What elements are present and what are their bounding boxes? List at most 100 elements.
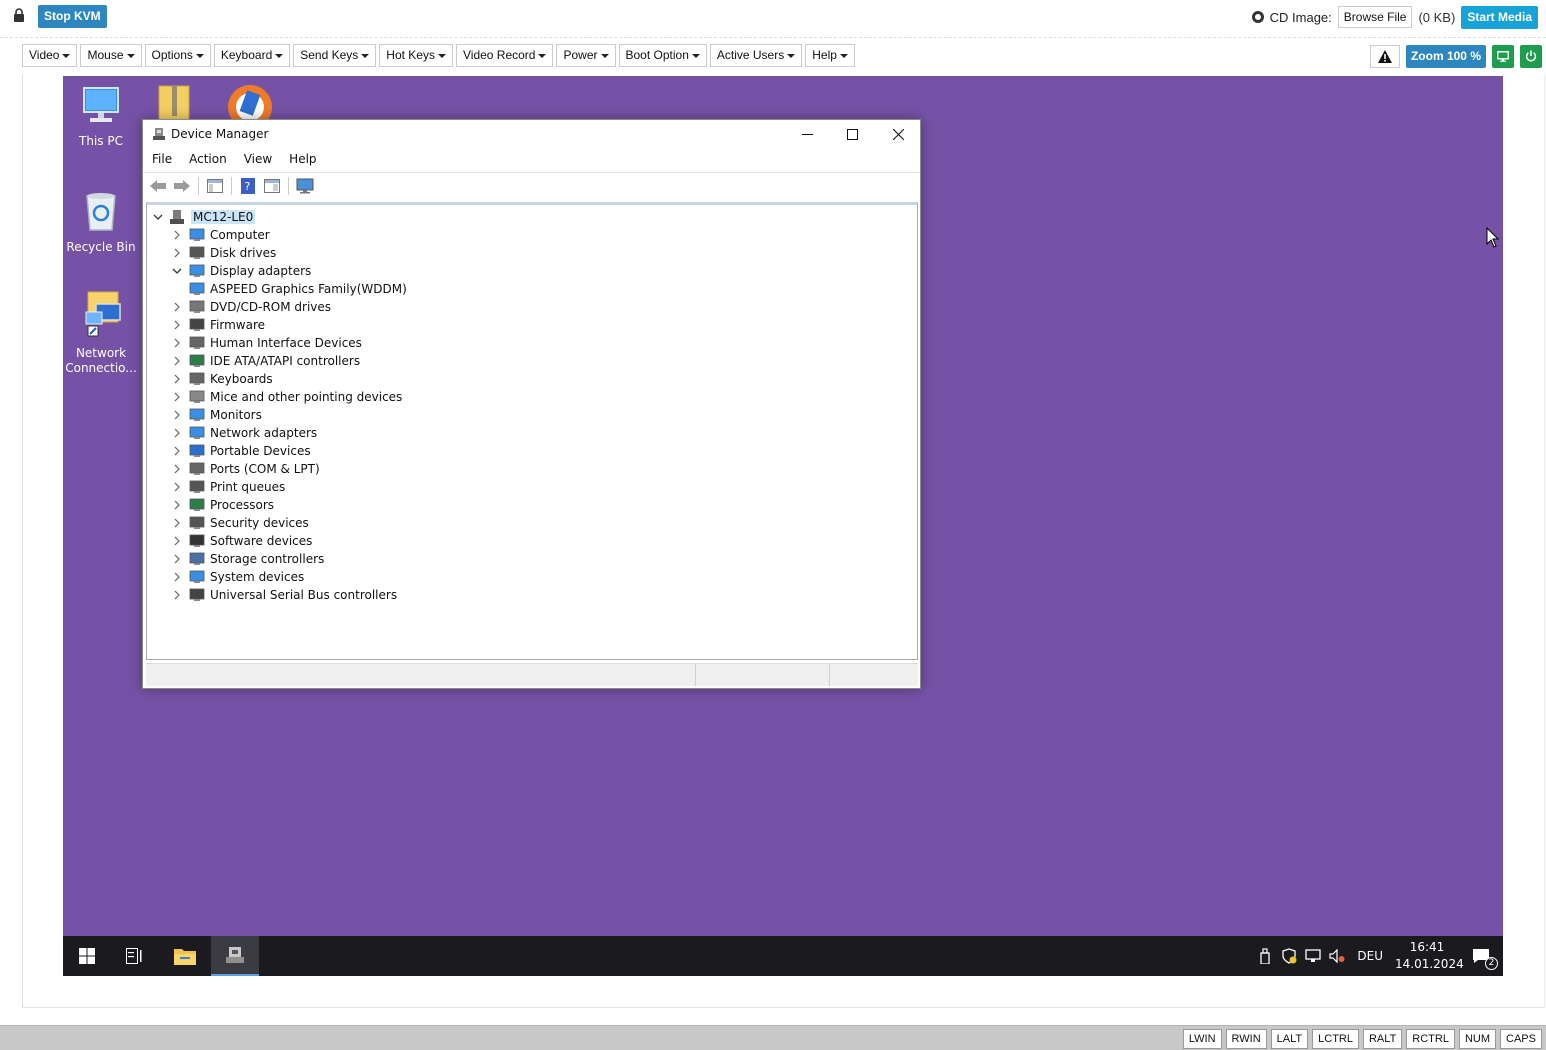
tree-category[interactable]: Monitors (170, 406, 262, 424)
key-lalt-button[interactable]: LALT (1270, 1029, 1309, 1049)
tree-category[interactable]: Disk drives (170, 244, 276, 262)
chevron-right-icon[interactable] (170, 244, 184, 262)
key-rctrl-button[interactable]: RCTRL (1406, 1029, 1455, 1049)
chevron-right-icon[interactable] (170, 388, 184, 406)
tree-category[interactable]: Ports (COM & LPT) (170, 460, 320, 478)
tree-category[interactable]: Print queues (170, 478, 285, 496)
tree-category[interactable]: Universal Serial Bus controllers (170, 586, 397, 604)
tree-category[interactable]: Human Interface Devices (170, 334, 362, 352)
tree-child-item[interactable]: ASPEED Graphics Family(WDDM) (189, 280, 407, 298)
usb-tray-button[interactable] (1253, 936, 1277, 976)
tree-category[interactable]: System devices (170, 568, 304, 586)
tree-category[interactable]: Processors (170, 496, 274, 514)
chevron-right-icon[interactable] (170, 424, 184, 442)
chevron-down-icon[interactable] (170, 262, 184, 280)
desktop-icon-network-connections[interactable]: Network Connectio... (63, 288, 139, 376)
menu-boot-option[interactable]: Boot Option (618, 44, 707, 67)
menu-video-record[interactable]: Video Record (455, 44, 554, 67)
close-button[interactable] (875, 120, 921, 149)
key-lctrl-button[interactable]: LCTRL (1312, 1029, 1359, 1049)
file-explorer-button[interactable] (161, 936, 209, 976)
menu-view[interactable]: View (235, 149, 280, 171)
tree-category[interactable]: Firmware (170, 316, 265, 334)
menu-send-keys[interactable]: Send Keys (293, 44, 377, 67)
network-tray-button[interactable] (1301, 936, 1325, 976)
chevron-right-icon[interactable] (170, 226, 184, 244)
zoom-button[interactable]: Zoom 100 % (1405, 44, 1486, 68)
menu-help[interactable]: Help (805, 44, 855, 67)
chevron-right-icon[interactable] (170, 442, 184, 460)
screen-button[interactable] (1492, 44, 1514, 68)
chevron-right-icon[interactable] (170, 298, 184, 316)
tree-category[interactable]: Network adapters (170, 424, 317, 442)
task-view-button[interactable] (111, 936, 159, 976)
tree-category[interactable]: Portable Devices (170, 442, 311, 460)
volume-tray-button[interactable] (1325, 936, 1349, 976)
device-tree[interactable]: MC12-LE0 Computer Disk drives Display adap… (146, 202, 918, 660)
chevron-right-icon[interactable] (170, 406, 184, 424)
key-caps-button[interactable]: CAPS (1500, 1029, 1542, 1049)
menu-keyboard[interactable]: Keyboard (213, 44, 291, 67)
chevron-right-icon[interactable] (170, 352, 184, 370)
chevron-right-icon[interactable] (170, 460, 184, 478)
key-ralt-button[interactable]: RALT (1362, 1029, 1403, 1049)
chevron-right-icon[interactable] (170, 370, 184, 388)
tree-category[interactable]: Display adapters (170, 262, 311, 280)
browse-file-button[interactable]: Browse File (1337, 6, 1413, 28)
app-shortcut-icon[interactable] (225, 82, 275, 120)
start-button[interactable] (63, 936, 111, 976)
maximize-button[interactable] (829, 120, 875, 149)
help-button[interactable]: ? (237, 176, 259, 196)
device-manager-taskbar-button[interactable] (211, 936, 259, 976)
security-tray-button[interactable] (1277, 936, 1301, 976)
menu-action[interactable]: Action (180, 149, 235, 171)
tree-category[interactable]: Mice and other pointing devices (170, 388, 402, 406)
menu-active-users[interactable]: Active Users (709, 44, 803, 67)
tree-root[interactable]: MC12-LE0 (151, 208, 256, 226)
scan-hardware-button[interactable] (294, 176, 316, 196)
tree-category[interactable]: Software devices (170, 532, 312, 550)
window-titlebar[interactable]: Device Manager (143, 120, 920, 149)
stop-kvm-button[interactable]: Stop KVM (38, 5, 107, 28)
menu-mouse[interactable]: Mouse (80, 44, 142, 67)
key-lwin-button[interactable]: LWIN (1182, 1029, 1222, 1049)
key-rwin-button[interactable]: RWIN (1225, 1029, 1267, 1049)
menu-help[interactable]: Help (280, 149, 324, 171)
tree-category[interactable]: Computer (170, 226, 270, 244)
chevron-down-icon[interactable] (151, 208, 165, 226)
properties-button[interactable] (261, 176, 283, 196)
language-indicator[interactable]: DEU (1349, 949, 1395, 963)
menu-file[interactable]: File (143, 149, 180, 171)
power-button[interactable] (1520, 44, 1542, 68)
chevron-right-icon[interactable] (170, 514, 184, 532)
chevron-right-icon[interactable] (170, 496, 184, 514)
desktop-icon-recycle-bin[interactable]: Recycle Bin (63, 188, 139, 255)
chevron-right-icon[interactable] (170, 316, 184, 334)
menu-power[interactable]: Power (556, 44, 616, 67)
chevron-right-icon[interactable] (170, 478, 184, 496)
warning-button[interactable] (1369, 44, 1400, 68)
forward-button[interactable] (171, 176, 193, 196)
clock[interactable]: 16:41 14.01.2024 (1395, 939, 1464, 973)
show-hide-console-tree-button[interactable] (204, 176, 226, 196)
chevron-right-icon[interactable] (170, 550, 184, 568)
tree-category[interactable]: Storage controllers (170, 550, 324, 568)
back-button[interactable] (147, 176, 169, 196)
minimize-button[interactable] (784, 120, 830, 149)
menu-hot-keys[interactable]: Hot Keys (379, 44, 453, 67)
chevron-right-icon[interactable] (170, 532, 184, 550)
menu-options[interactable]: Options (144, 44, 211, 67)
desktop-icon-this-pc[interactable]: This PC (63, 86, 139, 149)
chevron-right-icon[interactable] (170, 586, 184, 604)
chevron-right-icon[interactable] (170, 568, 184, 586)
tree-category[interactable]: DVD/CD-ROM drives (170, 298, 331, 316)
tree-category[interactable]: Security devices (170, 514, 309, 532)
tree-category[interactable]: Keyboards (170, 370, 273, 388)
key-num-button[interactable]: NUM (1458, 1029, 1497, 1049)
chevron-right-icon[interactable] (170, 334, 184, 352)
menu-video[interactable]: Video (22, 44, 78, 67)
start-media-button[interactable]: Start Media (1461, 5, 1538, 29)
zip-folder-icon[interactable] (157, 84, 193, 120)
action-center-button[interactable]: 2 (1459, 936, 1503, 976)
tree-category[interactable]: IDE ATA/ATAPI controllers (170, 352, 360, 370)
